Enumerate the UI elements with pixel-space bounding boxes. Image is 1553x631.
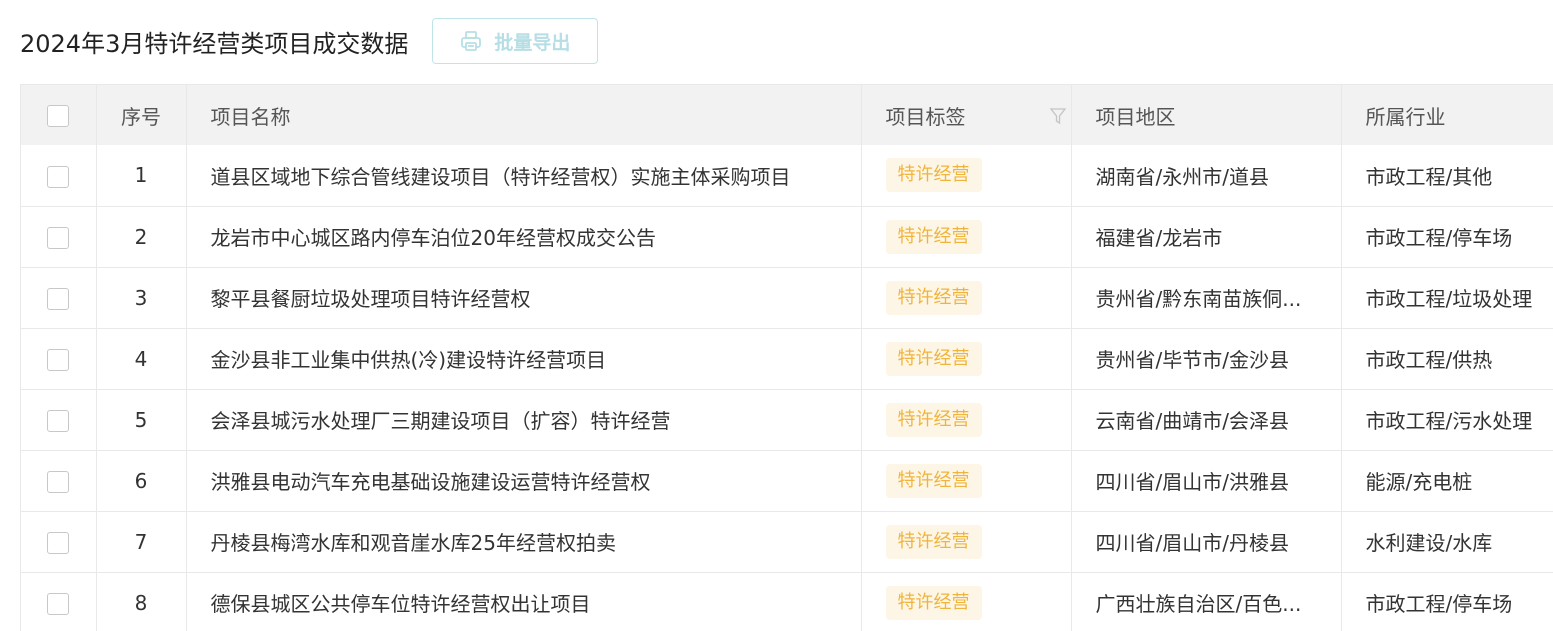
row-checkbox[interactable] bbox=[47, 226, 70, 249]
project-tag: 特许经营 bbox=[885, 585, 982, 620]
project-region: 湖南省/永州市/道县 bbox=[1071, 145, 1342, 207]
column-header-name: 项目名称 bbox=[186, 85, 862, 145]
project-industry: 市政工程/供热 bbox=[1341, 328, 1553, 390]
project-tag: 特许经营 bbox=[885, 219, 982, 254]
row-checkbox[interactable] bbox=[47, 287, 70, 310]
project-name[interactable]: 龙岩市中心城区路内停车泊位20年经营权成交公告 bbox=[186, 206, 862, 268]
project-name[interactable]: 丹棱县梅湾水库和观音崖水库25年经营权拍卖 bbox=[186, 511, 862, 573]
row-index: 8 bbox=[96, 572, 187, 631]
project-tag-cell: 特许经营 bbox=[861, 206, 1072, 268]
table-row[interactable]: 2 龙岩市中心城区路内停车泊位20年经营权成交公告 特许经营 福建省/龙岩市 市… bbox=[21, 206, 1553, 268]
project-tag: 特许经营 bbox=[885, 158, 982, 193]
project-tag-cell: 特许经营 bbox=[861, 450, 1072, 512]
project-tag-cell: 特许经营 bbox=[861, 389, 1072, 451]
project-industry: 水利建设/水库 bbox=[1341, 511, 1553, 573]
project-tag: 特许经营 bbox=[885, 463, 982, 498]
printer-icon bbox=[460, 30, 482, 52]
column-header-region: 项目地区 bbox=[1071, 85, 1342, 145]
project-name[interactable]: 道县区域地下综合管线建设项目（特许经营权）实施主体采购项目 bbox=[186, 145, 862, 207]
project-industry: 市政工程/停车场 bbox=[1341, 206, 1553, 268]
table-row[interactable]: 6 洪雅县电动汽车充电基础设施建设运营特许经营权 特许经营 四川省/眉山市/洪雅… bbox=[21, 450, 1553, 512]
project-name[interactable]: 金沙县非工业集中供热(冷)建设特许经营项目 bbox=[186, 328, 862, 390]
row-select-cell bbox=[21, 328, 97, 390]
project-industry: 市政工程/其他 bbox=[1341, 145, 1553, 207]
project-name[interactable]: 德保县城区公共停车位特许经营权出让项目 bbox=[186, 572, 862, 631]
row-checkbox[interactable] bbox=[47, 165, 70, 188]
project-name[interactable]: 黎平县餐厨垃圾处理项目特许经营权 bbox=[186, 267, 862, 329]
project-tag: 特许经营 bbox=[885, 402, 982, 437]
table-row[interactable]: 3 黎平县餐厨垃圾处理项目特许经营权 特许经营 贵州省/黔东南苗族侗... 市政… bbox=[21, 267, 1553, 329]
row-select-cell bbox=[21, 206, 97, 268]
table-row[interactable]: 1 道县区域地下综合管线建设项目（特许经营权）实施主体采购项目 特许经营 湖南省… bbox=[21, 145, 1553, 207]
table-header-row: 序号 项目名称 项目标签 项目地区 所属行业 bbox=[21, 85, 1553, 145]
project-region: 四川省/眉山市/丹棱县 bbox=[1071, 511, 1342, 573]
row-index: 2 bbox=[96, 206, 187, 268]
row-select-cell bbox=[21, 145, 97, 207]
column-header-industry: 所属行业 bbox=[1341, 85, 1553, 145]
table-row[interactable]: 8 德保县城区公共停车位特许经营权出让项目 特许经营 广西壮族自治区/百色...… bbox=[21, 572, 1553, 631]
project-name[interactable]: 洪雅县电动汽车充电基础设施建设运营特许经营权 bbox=[186, 450, 862, 512]
column-header-tag-label: 项目标签 bbox=[885, 104, 966, 129]
row-select-cell bbox=[21, 450, 97, 512]
project-region: 云南省/曲靖市/会泽县 bbox=[1071, 389, 1342, 451]
project-tag: 特许经营 bbox=[885, 341, 982, 376]
row-index: 4 bbox=[96, 328, 187, 390]
row-index: 3 bbox=[96, 267, 187, 329]
project-tag-cell: 特许经营 bbox=[861, 267, 1072, 329]
project-tag-cell: 特许经营 bbox=[861, 572, 1072, 631]
row-checkbox[interactable] bbox=[47, 531, 70, 554]
project-tag-cell: 特许经营 bbox=[861, 511, 1072, 573]
project-region: 四川省/眉山市/洪雅县 bbox=[1071, 450, 1342, 512]
row-index: 7 bbox=[96, 511, 187, 573]
table-row[interactable]: 4 金沙县非工业集中供热(冷)建设特许经营项目 特许经营 贵州省/毕节市/金沙县… bbox=[21, 328, 1553, 390]
batch-export-button[interactable]: 批量导出 bbox=[432, 18, 599, 64]
batch-export-label: 批量导出 bbox=[494, 31, 571, 54]
row-index: 6 bbox=[96, 450, 187, 512]
page-title: 2024年3月特许经营类项目成交数据 bbox=[20, 29, 409, 58]
project-industry: 市政工程/污水处理 bbox=[1341, 389, 1553, 451]
table-row[interactable]: 7 丹棱县梅湾水库和观音崖水库25年经营权拍卖 特许经营 四川省/眉山市/丹棱县… bbox=[21, 511, 1553, 573]
row-checkbox[interactable] bbox=[47, 409, 70, 432]
project-tag-cell: 特许经营 bbox=[861, 328, 1072, 390]
row-select-cell bbox=[21, 511, 97, 573]
project-industry: 市政工程/垃圾处理 bbox=[1341, 267, 1553, 329]
project-tag: 特许经营 bbox=[885, 280, 982, 315]
row-index: 1 bbox=[96, 145, 187, 207]
column-header-tag: 项目标签 bbox=[861, 85, 1072, 145]
row-index: 5 bbox=[96, 389, 187, 451]
row-select-cell bbox=[21, 572, 97, 631]
project-name[interactable]: 会泽县城污水处理厂三期建设项目（扩容）特许经营 bbox=[186, 389, 862, 451]
row-select-cell bbox=[21, 267, 97, 329]
project-industry: 能源/充电桩 bbox=[1341, 450, 1553, 512]
table-row[interactable]: 5 会泽县城污水处理厂三期建设项目（扩容）特许经营 特许经营 云南省/曲靖市/会… bbox=[21, 389, 1553, 451]
select-all-cell bbox=[21, 85, 97, 145]
page: 2024年3月特许经营类项目成交数据 批量导出 序号 项目名称 项目标签 项目地… bbox=[0, 0, 1553, 631]
data-table: 序号 项目名称 项目标签 项目地区 所属行业 1 道县区域地下综合管线建设项目（… bbox=[20, 84, 1553, 631]
row-checkbox[interactable] bbox=[47, 592, 70, 615]
select-all-checkbox[interactable] bbox=[47, 105, 70, 128]
project-region: 贵州省/毕节市/金沙县 bbox=[1071, 328, 1342, 390]
toolbar: 2024年3月特许经营类项目成交数据 批量导出 bbox=[20, 17, 599, 65]
project-tag-cell: 特许经营 bbox=[861, 145, 1072, 207]
project-industry: 市政工程/停车场 bbox=[1341, 572, 1553, 631]
project-region: 贵州省/黔东南苗族侗... bbox=[1071, 267, 1342, 329]
filter-icon[interactable] bbox=[1049, 106, 1067, 125]
project-region: 广西壮族自治区/百色... bbox=[1071, 572, 1342, 631]
row-checkbox[interactable] bbox=[47, 348, 70, 371]
row-checkbox[interactable] bbox=[47, 470, 70, 493]
project-region: 福建省/龙岩市 bbox=[1071, 206, 1342, 268]
row-select-cell bbox=[21, 389, 97, 451]
project-tag: 特许经营 bbox=[885, 524, 982, 559]
column-header-index: 序号 bbox=[96, 85, 187, 145]
